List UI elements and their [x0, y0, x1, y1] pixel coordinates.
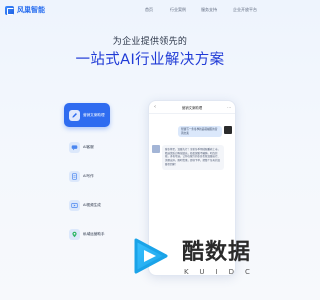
pen-icon: [69, 109, 80, 121]
hero-subtitle: 为企业提供领先的: [112, 37, 188, 47]
more-icon[interactable]: ···: [227, 105, 231, 110]
nav-item-cases[interactable]: 行业案例: [170, 7, 186, 13]
watermark-subtext: KUIDC: [184, 268, 261, 276]
feature-label: 私域运营助手: [83, 231, 105, 236]
phone-title: 营销文案助理: [181, 105, 203, 110]
watermark-text: 酷数据: [182, 240, 252, 265]
feature-item-ai-video[interactable]: AI视频生成: [64, 193, 110, 217]
ai-message-bubble: 寒冬将至，温暖先行！全新冬季羽绒服重磅上市，精选优质白鸭绒填充，轻盈保暖不臃肿。…: [162, 145, 224, 170]
feature-item-ai-service[interactable]: AI客服: [64, 135, 110, 159]
phone-header: ‹ 营销文案助理 ···: [149, 101, 235, 114]
watermark: 酷数据 KUIDC: [130, 228, 260, 290]
location-icon: [69, 228, 80, 240]
back-arrow-icon[interactable]: ‹: [154, 104, 156, 110]
chat-icon: [69, 141, 80, 153]
video-icon: [69, 199, 80, 211]
nav-item-home[interactable]: 首页: [145, 7, 153, 13]
nav-item-open-platform[interactable]: 企业开放平台: [233, 7, 257, 13]
main-nav: 首页 行业案例 服务支持 企业开放平台: [0, 7, 300, 15]
user-avatar: [224, 126, 232, 134]
feature-label: AI客服: [83, 144, 94, 149]
ai-avatar: [152, 145, 160, 153]
hero-title: 一站式AI行业解决方案: [75, 52, 225, 68]
nav-item-support[interactable]: 服务支持: [201, 7, 217, 13]
feature-item-ai-writing[interactable]: AI写作: [64, 164, 110, 188]
play-logo-icon: [134, 238, 168, 274]
feature-item-private-ops[interactable]: 私域运营助手: [64, 222, 110, 246]
top-navigation-bar: 风巢智能 首页 行业案例 服务支持 企业开放平台: [0, 0, 300, 22]
document-icon: [69, 170, 80, 182]
feature-item-marketing-copy[interactable]: 营销文案助理: [64, 103, 110, 127]
feature-label: AI视频生成: [83, 202, 101, 207]
user-message-bubble: 帮我写一条冬季新品羽绒服的营销文案: [178, 126, 222, 138]
feature-label: 营销文案助理: [83, 112, 105, 117]
feature-label: AI写作: [83, 173, 94, 178]
